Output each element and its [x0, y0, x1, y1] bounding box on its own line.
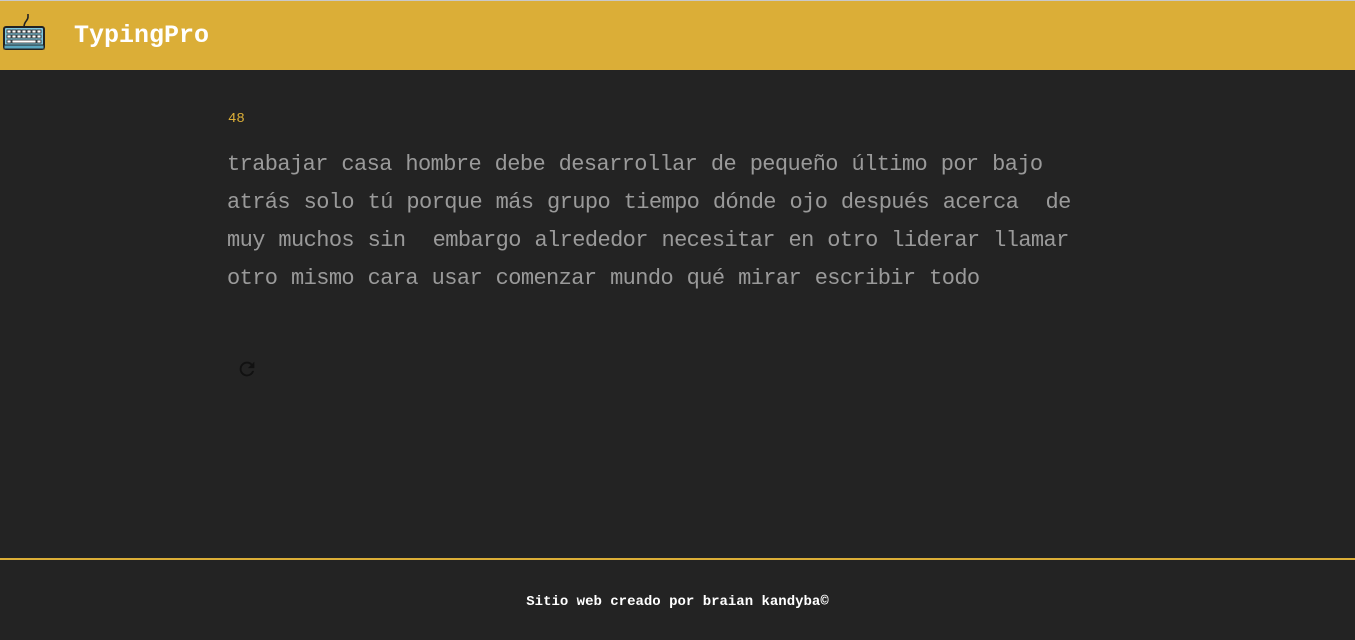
words-line: otro mismo cara usar comenzar mundo qué …	[227, 266, 980, 291]
footer-credit: Sitio web creado por braian kandyba©	[526, 594, 829, 610]
header: TypingPro	[0, 0, 1355, 70]
footer: Sitio web creado por braian kandyba©	[0, 558, 1355, 640]
word-counter: 48	[228, 111, 245, 127]
words-text: trabajar casa hombre debe desarrollar de…	[227, 146, 1127, 298]
words-line: trabajar casa hombre debe desarrollar de…	[227, 152, 1043, 177]
restart-button[interactable]	[233, 357, 261, 385]
words-line: atrás solo tú porque más grupo tiempo dó…	[227, 190, 1071, 215]
brand-title[interactable]: TypingPro	[74, 20, 209, 52]
refresh-icon	[236, 358, 258, 385]
page: TypingPro 48 trabajar casa hombre debe d…	[0, 0, 1355, 640]
keyboard-icon[interactable]	[2, 13, 46, 53]
words-line: muy muchos sin embargo alrededor necesit…	[227, 228, 1069, 253]
